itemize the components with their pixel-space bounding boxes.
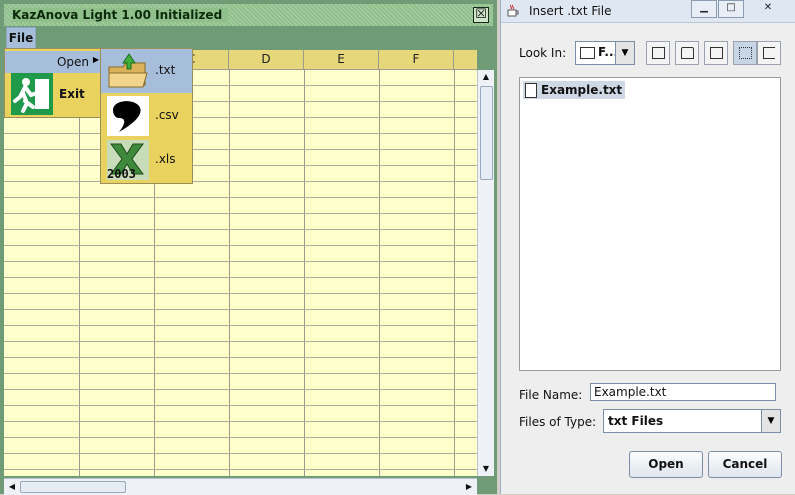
look-in-combo[interactable]: F... ▼ [575,41,635,65]
menu-file[interactable]: File [6,27,36,49]
cancel-button[interactable]: Cancel [708,451,782,478]
app-title: KazAnova Light 1.00 Initialized [12,8,229,22]
details-view-button[interactable] [757,41,781,65]
menu-item-open[interactable]: Open ▶ [5,51,101,73]
maximize-icon: □ [726,2,736,13]
menu-item-exit[interactable]: Exit [5,73,101,117]
app-window: KazAnova Light 1.00 Initialized ☒ File C… [0,0,497,495]
file-icon [525,83,537,98]
maximize-button[interactable]: □ [718,0,744,18]
file-item-label: Example.txt [541,83,623,97]
look-in-label: Look In: [519,46,567,60]
excel-2003-icon-text: 2003 [107,167,136,181]
home-button[interactable] [675,41,699,65]
home-icon [681,47,694,59]
new-folder-button[interactable] [704,41,728,65]
new-folder-icon [710,47,723,59]
scroll-right-icon[interactable]: ▶ [462,480,476,494]
list-item[interactable]: Example.txt [523,81,626,99]
folder-open-icon [107,51,149,91]
dialog-title: Insert .txt File [529,4,612,18]
column-header-g[interactable] [454,50,477,70]
vertical-scroll-thumb[interactable] [480,86,493,180]
submenu-item-xls-label: .xls [155,152,176,166]
menu-item-exit-label: Exit [59,87,85,101]
insert-file-dialog: Insert .txt File ▁ □ ✕ Look In: F... ▼ E… [500,0,795,494]
app-close-button[interactable]: ☒ [473,7,489,23]
csv-blob-icon [107,96,149,136]
details-view-icon [763,47,775,59]
chevron-down-icon[interactable]: ▼ [615,42,634,64]
folder-icon [580,47,595,59]
scroll-up-icon[interactable]: ▲ [479,70,493,84]
excel-2003-icon: 2003 [107,140,149,180]
minimize-icon: ▁ [700,2,708,13]
open-submenu: .txt .csv 2003 .xls [100,48,193,184]
minimize-button[interactable]: ▁ [691,0,717,18]
files-of-type-label: Files of Type: [519,415,597,429]
java-cup-icon [507,4,519,17]
submenu-item-txt[interactable]: .txt [101,49,192,93]
close-icon: ☒ [475,7,487,22]
horizontal-scrollbar[interactable]: ◀ ▶ [4,478,477,495]
dialog-close-button[interactable]: ✕ [745,0,791,18]
submenu-item-csv-label: .csv [155,108,179,122]
files-of-type-value: txt Files [608,414,664,428]
submenu-item-txt-label: .txt [155,63,176,77]
up-folder-icon [652,47,665,59]
open-button[interactable]: Open [629,451,703,478]
scroll-left-icon[interactable]: ◀ [5,480,19,494]
dialog-title-bar[interactable]: Insert .txt File ▁ □ ✕ [501,0,795,23]
menu-bar: File [4,26,493,49]
exit-running-man-icon [11,73,53,115]
submenu-item-csv[interactable]: .csv [101,94,192,138]
submenu-arrow-icon: ▶ [92,55,99,64]
chevron-down-icon[interactable]: ▼ [761,410,780,432]
file-list[interactable]: Example.txt [519,77,781,371]
horizontal-scroll-thumb[interactable] [20,481,126,493]
column-header-d[interactable]: D [229,50,304,70]
vertical-scrollbar[interactable]: ▲ ▼ [477,70,494,476]
close-icon: ✕ [763,2,773,13]
menu-item-open-label: Open [56,55,89,69]
column-header-e[interactable]: E [304,50,379,70]
list-view-icon [739,47,752,59]
scroll-down-icon[interactable]: ▼ [479,462,493,476]
files-of-type-combo[interactable]: txt Files ▼ [603,409,781,433]
list-view-button[interactable] [733,41,757,65]
submenu-item-xls[interactable]: 2003 .xls [101,138,192,182]
file-name-field[interactable] [590,383,776,401]
column-header-f[interactable]: F [379,50,454,70]
up-one-level-button[interactable] [646,41,670,65]
app-title-bar[interactable]: KazAnova Light 1.00 Initialized ☒ [4,4,493,26]
file-menu-dropdown: Open ▶ Exit [4,48,102,118]
file-name-label: File Name: [519,388,583,402]
